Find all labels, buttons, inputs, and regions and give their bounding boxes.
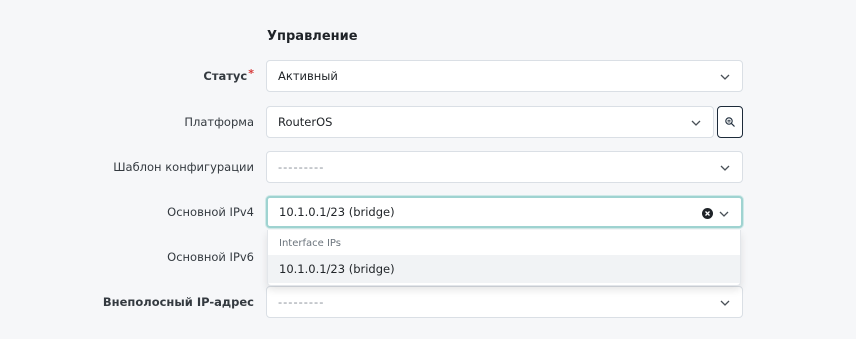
platform-row: Платформа RouterOS <box>0 106 856 138</box>
config-template-row: Шаблон конфигурации --------- <box>0 151 856 183</box>
cut-off-header: · · · · · · · · · · · · · · · · <box>270 0 398 6</box>
primary-ipv6-label: Основной IPv6 <box>167 250 254 264</box>
oob-ip-select[interactable]: --------- <box>266 286 743 318</box>
oob-ip-label: Внеполосный IP-адрес <box>102 295 254 309</box>
status-label: Статус * <box>203 66 254 84</box>
section-title: Управление <box>267 29 358 44</box>
primary-ipv4-value: 10.1.0.1/23 (bridge) <box>279 205 395 219</box>
platform-label: Платформа <box>184 115 254 129</box>
platform-value: RouterOS <box>278 115 333 129</box>
status-row: Статус * Активный <box>0 60 856 92</box>
chevron-down-icon <box>719 211 729 217</box>
clear-icon[interactable] <box>702 208 713 219</box>
config-template-select[interactable]: --------- <box>266 151 743 183</box>
primary-ipv4-select[interactable]: 10.1.0.1/23 (bridge) <box>266 196 743 228</box>
dropdown-group-label: Interface IPs <box>279 238 341 249</box>
ipv4-dropdown-menu: Interface IPs 10.1.0.1/23 (bridge) <box>267 230 741 286</box>
platform-select[interactable]: RouterOS <box>266 106 714 138</box>
status-select[interactable]: Активный <box>266 60 743 92</box>
config-template-label: Шаблон конфигурации <box>113 160 254 174</box>
device-form: · · · · · · · · · · · · · · · · Управлен… <box>0 0 856 339</box>
oob-ip-value: --------- <box>278 295 325 309</box>
dropdown-option[interactable]: 10.1.0.1/23 (bridge) <box>268 255 740 283</box>
chevron-down-icon <box>720 74 730 80</box>
primary-ipv4-label: Основной IPv4 <box>167 205 254 219</box>
status-value: Активный <box>278 69 338 83</box>
close-icon <box>705 211 710 216</box>
chevron-down-icon <box>691 120 701 126</box>
oob-ip-row: Внеполосный IP-адрес --------- <box>0 286 856 318</box>
chevron-down-icon <box>720 165 730 171</box>
primary-ipv4-row: Основной IPv4 10.1.0.1/23 (bridge) <box>0 196 856 228</box>
platform-filter-button[interactable] <box>717 106 743 138</box>
chevron-down-icon <box>720 300 730 306</box>
required-mark: * <box>248 66 254 80</box>
filter-settings-icon <box>725 117 735 127</box>
config-template-value: --------- <box>278 160 325 174</box>
